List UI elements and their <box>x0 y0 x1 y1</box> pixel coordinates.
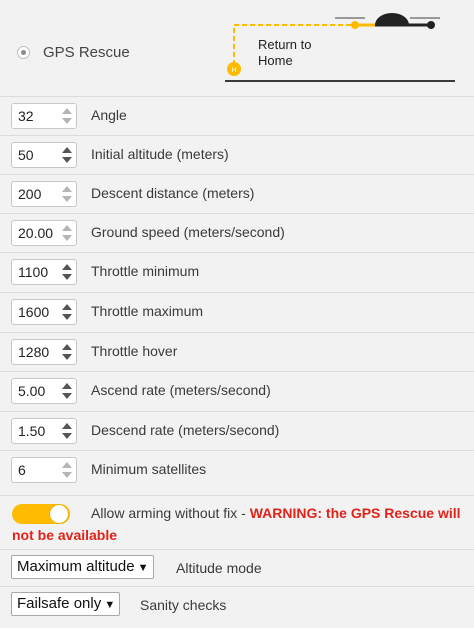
spinner-arrows-icon[interactable] <box>61 302 73 322</box>
spinner-arrows-icon[interactable] <box>61 184 73 204</box>
drone-icon <box>335 13 440 29</box>
spinner-arrows-icon[interactable] <box>61 421 73 441</box>
descent-distance-label: Descent distance (meters) <box>91 185 255 201</box>
ground-speed-label: Ground speed (meters/second) <box>91 224 285 240</box>
allow-arming-text: Allow arming without fix - WARNING: the … <box>12 502 462 546</box>
altitude-mode-row: Maximum altitude ▼ Altitude mode <box>0 549 474 585</box>
allow-arming-label: Allow arming without fix - <box>91 505 250 521</box>
descend-rate-label: Descend rate (meters/second) <box>91 422 280 438</box>
throttle-minimum-label: Throttle minimum <box>91 263 200 279</box>
gps-rescue-label: GPS Rescue <box>43 44 130 61</box>
angle-row: 32 Angle <box>0 96 474 135</box>
throttle-hover-row: 1280 Throttle hover <box>0 332 474 371</box>
minimum-satellites-row: 6 Minimum satellites <box>0 450 474 489</box>
throttle-minimum-input[interactable]: 1100 <box>11 259 77 285</box>
ground-speed-row: 20.00 Ground speed (meters/second) <box>0 213 474 252</box>
throttle-maximum-row: 1600 Throttle maximum <box>0 292 474 331</box>
allow-arming-row: Allow arming without fix - WARNING: the … <box>0 495 474 549</box>
throttle-hover-input[interactable]: 1280 <box>11 339 77 365</box>
ascend-rate-label: Ascend rate (meters/second) <box>91 382 271 398</box>
gps-rescue-header: GPS Rescue H Return to Home <box>0 0 474 92</box>
ascend-rate-input[interactable]: 5.00 <box>11 378 77 404</box>
home-marker-icon: H <box>227 62 241 76</box>
throttle-maximum-input[interactable]: 1600 <box>11 299 77 325</box>
initial-altitude-label: Initial altitude (meters) <box>91 146 229 162</box>
chevron-down-icon: ▼ <box>137 562 149 574</box>
ground-speed-input[interactable]: 20.00 <box>11 220 77 246</box>
angle-input[interactable]: 32 <box>11 103 77 129</box>
descent-distance-input[interactable]: 200 <box>11 181 77 207</box>
spinner-arrows-icon[interactable] <box>61 342 73 362</box>
spinner-arrows-icon[interactable] <box>61 145 73 165</box>
descend-rate-row: 1.50 Descend rate (meters/second) <box>0 411 474 450</box>
descend-rate-input[interactable]: 1.50 <box>11 418 77 444</box>
initial-altitude-row: 50 Initial altitude (meters) <box>0 135 474 174</box>
sanity-checks-label: Sanity checks <box>140 597 227 613</box>
initial-altitude-input[interactable]: 50 <box>11 142 77 168</box>
minimum-satellites-input[interactable]: 6 <box>11 457 77 483</box>
throttle-hover-label: Throttle hover <box>91 343 178 359</box>
spinner-arrows-icon[interactable] <box>61 460 73 480</box>
minimum-satellites-label: Minimum satellites <box>91 461 207 477</box>
sanity-checks-select[interactable]: Failsafe only ▼ <box>11 592 121 616</box>
ascend-rate-row: 5.00 Ascend rate (meters/second) <box>0 371 474 410</box>
altitude-mode-select[interactable]: Maximum altitude ▼ <box>11 555 154 579</box>
altitude-mode-label: Altitude mode <box>176 560 262 576</box>
sanity-checks-row: Failsafe only ▼ Sanity checks <box>0 586 474 622</box>
gps-rescue-radio[interactable] <box>17 46 30 59</box>
spinner-arrows-icon[interactable] <box>61 262 73 282</box>
chevron-down-icon: ▼ <box>104 599 116 611</box>
spinner-arrows-icon[interactable] <box>61 106 73 126</box>
return-to-home-diagram: H <box>225 13 455 82</box>
angle-label: Angle <box>91 107 127 123</box>
throttle-minimum-row: 1100 Throttle minimum <box>0 252 474 291</box>
spinner-arrows-icon[interactable] <box>61 223 73 243</box>
spinner-arrows-icon[interactable] <box>61 381 73 401</box>
return-to-home-label: Return to Home <box>258 37 312 68</box>
throttle-maximum-label: Throttle maximum <box>91 303 204 319</box>
descent-distance-row: 200 Descent distance (meters) <box>0 174 474 213</box>
svg-text:H: H <box>231 67 236 74</box>
